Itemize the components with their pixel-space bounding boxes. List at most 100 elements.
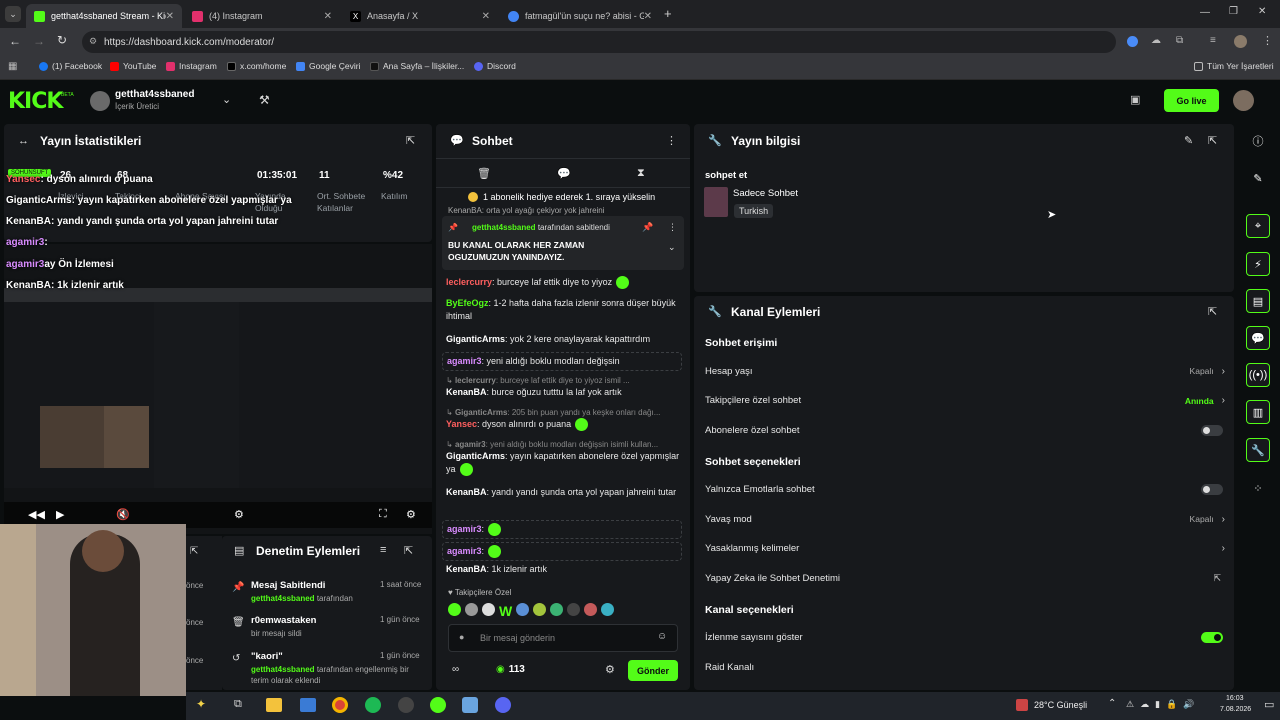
chevron-down-icon[interactable]: ⌄ bbox=[668, 242, 676, 253]
chevron-right-icon[interactable]: › bbox=[1222, 395, 1225, 406]
stream-category[interactable]: Sadece Sohbet bbox=[733, 188, 798, 199]
close-tab-icon[interactable]: ✕ bbox=[166, 11, 174, 22]
message-icon[interactable]: 💬 bbox=[557, 167, 571, 180]
bookmark-ana-sayfa[interactable]: Ana Sayfa – İlişkiler... bbox=[370, 61, 464, 71]
new-tab-icon[interactable]: + bbox=[664, 6, 672, 21]
clock-time[interactable]: 16:03 bbox=[1226, 695, 1244, 702]
extension-icon[interactable] bbox=[1127, 36, 1138, 47]
chat-username[interactable]: Yansec bbox=[446, 419, 477, 429]
popout-icon[interactable]: ⇱ bbox=[406, 134, 415, 147]
channel-setting-row[interactable]: Raid Kanalı bbox=[705, 658, 1225, 676]
channel-setting-row[interactable]: İzlenme sayısını göster bbox=[705, 629, 1225, 647]
settings-gear-icon[interactable]: ⚙ bbox=[234, 508, 244, 521]
emoji-picker-icon[interactable]: ☺ bbox=[657, 631, 667, 642]
chat-username[interactable]: ByEfeOgz bbox=[446, 298, 489, 308]
channel-setting-row[interactable]: Abonelere özel sohbet bbox=[705, 421, 1225, 439]
menu-icon[interactable]: ⋮ bbox=[1262, 34, 1273, 47]
address-bar[interactable]: ⚙ https://dashboard.kick.com/moderator/ bbox=[82, 31, 1116, 53]
wrench-icon[interactable]: 🔧 bbox=[1246, 438, 1270, 462]
emote-icon[interactable] bbox=[533, 603, 547, 616]
close-tab-icon[interactable]: ✕ bbox=[644, 11, 652, 22]
chat-icon[interactable]: 💬 bbox=[1246, 326, 1270, 350]
app-icon[interactable] bbox=[462, 697, 478, 713]
reload-icon[interactable]: ↻ bbox=[57, 33, 67, 47]
bookmark-instagram[interactable]: Instagram bbox=[166, 61, 217, 71]
chat-message[interactable]: agamir3: yeni aldığı boklu modları değiş… bbox=[442, 352, 682, 371]
popout-icon[interactable]: ⇱ bbox=[1208, 134, 1217, 147]
clip-icon[interactable]: ⌖ bbox=[1246, 214, 1270, 238]
chat-message[interactable]: KenanBA: yandı yandı şunda orta yol yapa… bbox=[446, 486, 682, 499]
chat-message[interactable]: GiganticArms: yayın kapatırken abonelere… bbox=[446, 450, 682, 477]
emote-icon[interactable] bbox=[448, 603, 461, 616]
go-live-button[interactable]: Go live bbox=[1164, 89, 1219, 112]
chat-username[interactable]: agamir3 bbox=[455, 440, 486, 449]
gift-banner[interactable]: 1 abonelik hediye ederek 1. sıraya yükse… bbox=[468, 192, 655, 202]
close-tab-icon[interactable]: ✕ bbox=[324, 11, 332, 22]
emote-icon[interactable] bbox=[584, 603, 598, 616]
chevron-right-icon[interactable]: › bbox=[1222, 514, 1225, 525]
notification-icon[interactable]: ▭ bbox=[1264, 698, 1274, 711]
external-link-icon[interactable]: ⇱ bbox=[1213, 573, 1221, 584]
chat-username[interactable]: agamir3 bbox=[447, 546, 482, 556]
emote-icon[interactable] bbox=[482, 603, 495, 616]
chat-username[interactable]: GiganticArms bbox=[455, 408, 507, 417]
app-icon[interactable] bbox=[430, 697, 446, 713]
document-icon[interactable]: ▤ bbox=[1246, 289, 1270, 313]
tab-google[interactable]: fatmagül'ün suçu ne? abisi - Go ✕ bbox=[500, 4, 660, 28]
chat-message[interactable]: Yansec: dyson alınırdı o puana bbox=[446, 418, 682, 432]
widgets-icon[interactable]: ✦ bbox=[196, 697, 206, 711]
toggle-switch[interactable] bbox=[1201, 632, 1223, 643]
chevron-right-icon[interactable]: › bbox=[1222, 366, 1225, 377]
window-close-icon[interactable]: ✕ bbox=[1258, 6, 1266, 17]
task-view-icon[interactable]: ⧉ bbox=[234, 698, 242, 711]
apps-icon[interactable]: ⁘ bbox=[1246, 476, 1270, 500]
channel-points[interactable]: ◉ 113 bbox=[496, 664, 525, 675]
broadcast-icon[interactable]: ((•)) bbox=[1246, 363, 1270, 387]
mod-action-user[interactable]: getthat4ssbaned bbox=[251, 594, 315, 603]
channel-setting-row[interactable]: Yapay Zeka ile Sohbet Denetimi ⇱ bbox=[705, 569, 1225, 587]
chat-message[interactable]: ByEfeOgz: 1-2 hafta daha fazla izlenir s… bbox=[446, 297, 682, 323]
back-arrows-icon[interactable]: ↔ bbox=[18, 135, 29, 147]
emote-icon[interactable] bbox=[550, 603, 564, 616]
channel-setting-row[interactable]: Yalnızca Emotlarla sohbet bbox=[705, 481, 1225, 499]
channel-setting-row[interactable]: Yasaklanmış kelimeler › bbox=[705, 540, 1225, 558]
file-explorer-icon[interactable] bbox=[266, 698, 282, 712]
minimize-icon[interactable]: — bbox=[1200, 7, 1210, 18]
app-icon[interactable] bbox=[300, 698, 316, 712]
chat-username[interactable]: leclercurry bbox=[446, 277, 492, 287]
chat-message[interactable]: KenanBA: burce oğuzu tutttu la laf yok a… bbox=[446, 386, 682, 399]
emote-icon[interactable] bbox=[465, 603, 478, 616]
rewind-icon[interactable]: ◀◀ bbox=[28, 508, 45, 521]
channel-setting-row[interactable]: Hesap yaşı Kapalı › bbox=[705, 362, 1225, 380]
tray-icons[interactable]: ⚠☁▮🔒🔊 bbox=[1126, 699, 1200, 710]
discord-icon[interactable] bbox=[495, 697, 511, 713]
filter-icon[interactable]: ≡ bbox=[380, 544, 386, 556]
play-icon[interactable]: ▶ bbox=[56, 508, 64, 521]
bookmark-google-translate[interactable]: Google Çeviri bbox=[296, 61, 361, 71]
extensions-icon[interactable]: ⧉ bbox=[1176, 35, 1183, 46]
fullscreen-icon[interactable]: ⛶ bbox=[379, 508, 387, 521]
info-icon[interactable]: ⓘ bbox=[1246, 129, 1270, 153]
hammer-icon[interactable]: ⚒ bbox=[259, 93, 270, 107]
weather-text[interactable]: 28°C Güneşli bbox=[1034, 700, 1087, 710]
infinity-icon[interactable]: ∞ bbox=[452, 664, 459, 675]
bookmark-discord[interactable]: Discord bbox=[474, 61, 516, 71]
tab-search-icon[interactable]: ⌄ bbox=[5, 6, 21, 22]
send-button[interactable]: Gönder bbox=[628, 660, 678, 681]
chat-menu-icon[interactable]: ⋮ bbox=[666, 134, 677, 147]
chat-username[interactable]: KenanBA bbox=[446, 387, 487, 397]
hourglass-icon[interactable]: ⧗ bbox=[637, 167, 645, 180]
chat-settings-gear-icon[interactable]: ⚙ bbox=[605, 663, 615, 676]
mute-icon[interactable]: 🔇 bbox=[116, 508, 130, 521]
mod-action-user[interactable]: getthat4ssbaned bbox=[251, 665, 315, 674]
user-avatar[interactable] bbox=[1233, 90, 1254, 111]
popout-icon[interactable]: ⇱ bbox=[404, 544, 413, 557]
popout-icon[interactable]: ⇱ bbox=[1208, 305, 1217, 318]
kick-logo[interactable]: KICK bbox=[8, 89, 63, 114]
unpin-icon[interactable]: 📌 bbox=[642, 222, 653, 233]
forward-icon[interactable]: → bbox=[33, 34, 45, 48]
chat-username[interactable]: KenanBA bbox=[446, 564, 487, 574]
clock-date[interactable]: 7.08.2026 bbox=[1220, 706, 1251, 713]
toggle-switch[interactable] bbox=[1201, 484, 1223, 495]
bookmark-facebook[interactable]: (1) Facebook bbox=[39, 61, 102, 71]
